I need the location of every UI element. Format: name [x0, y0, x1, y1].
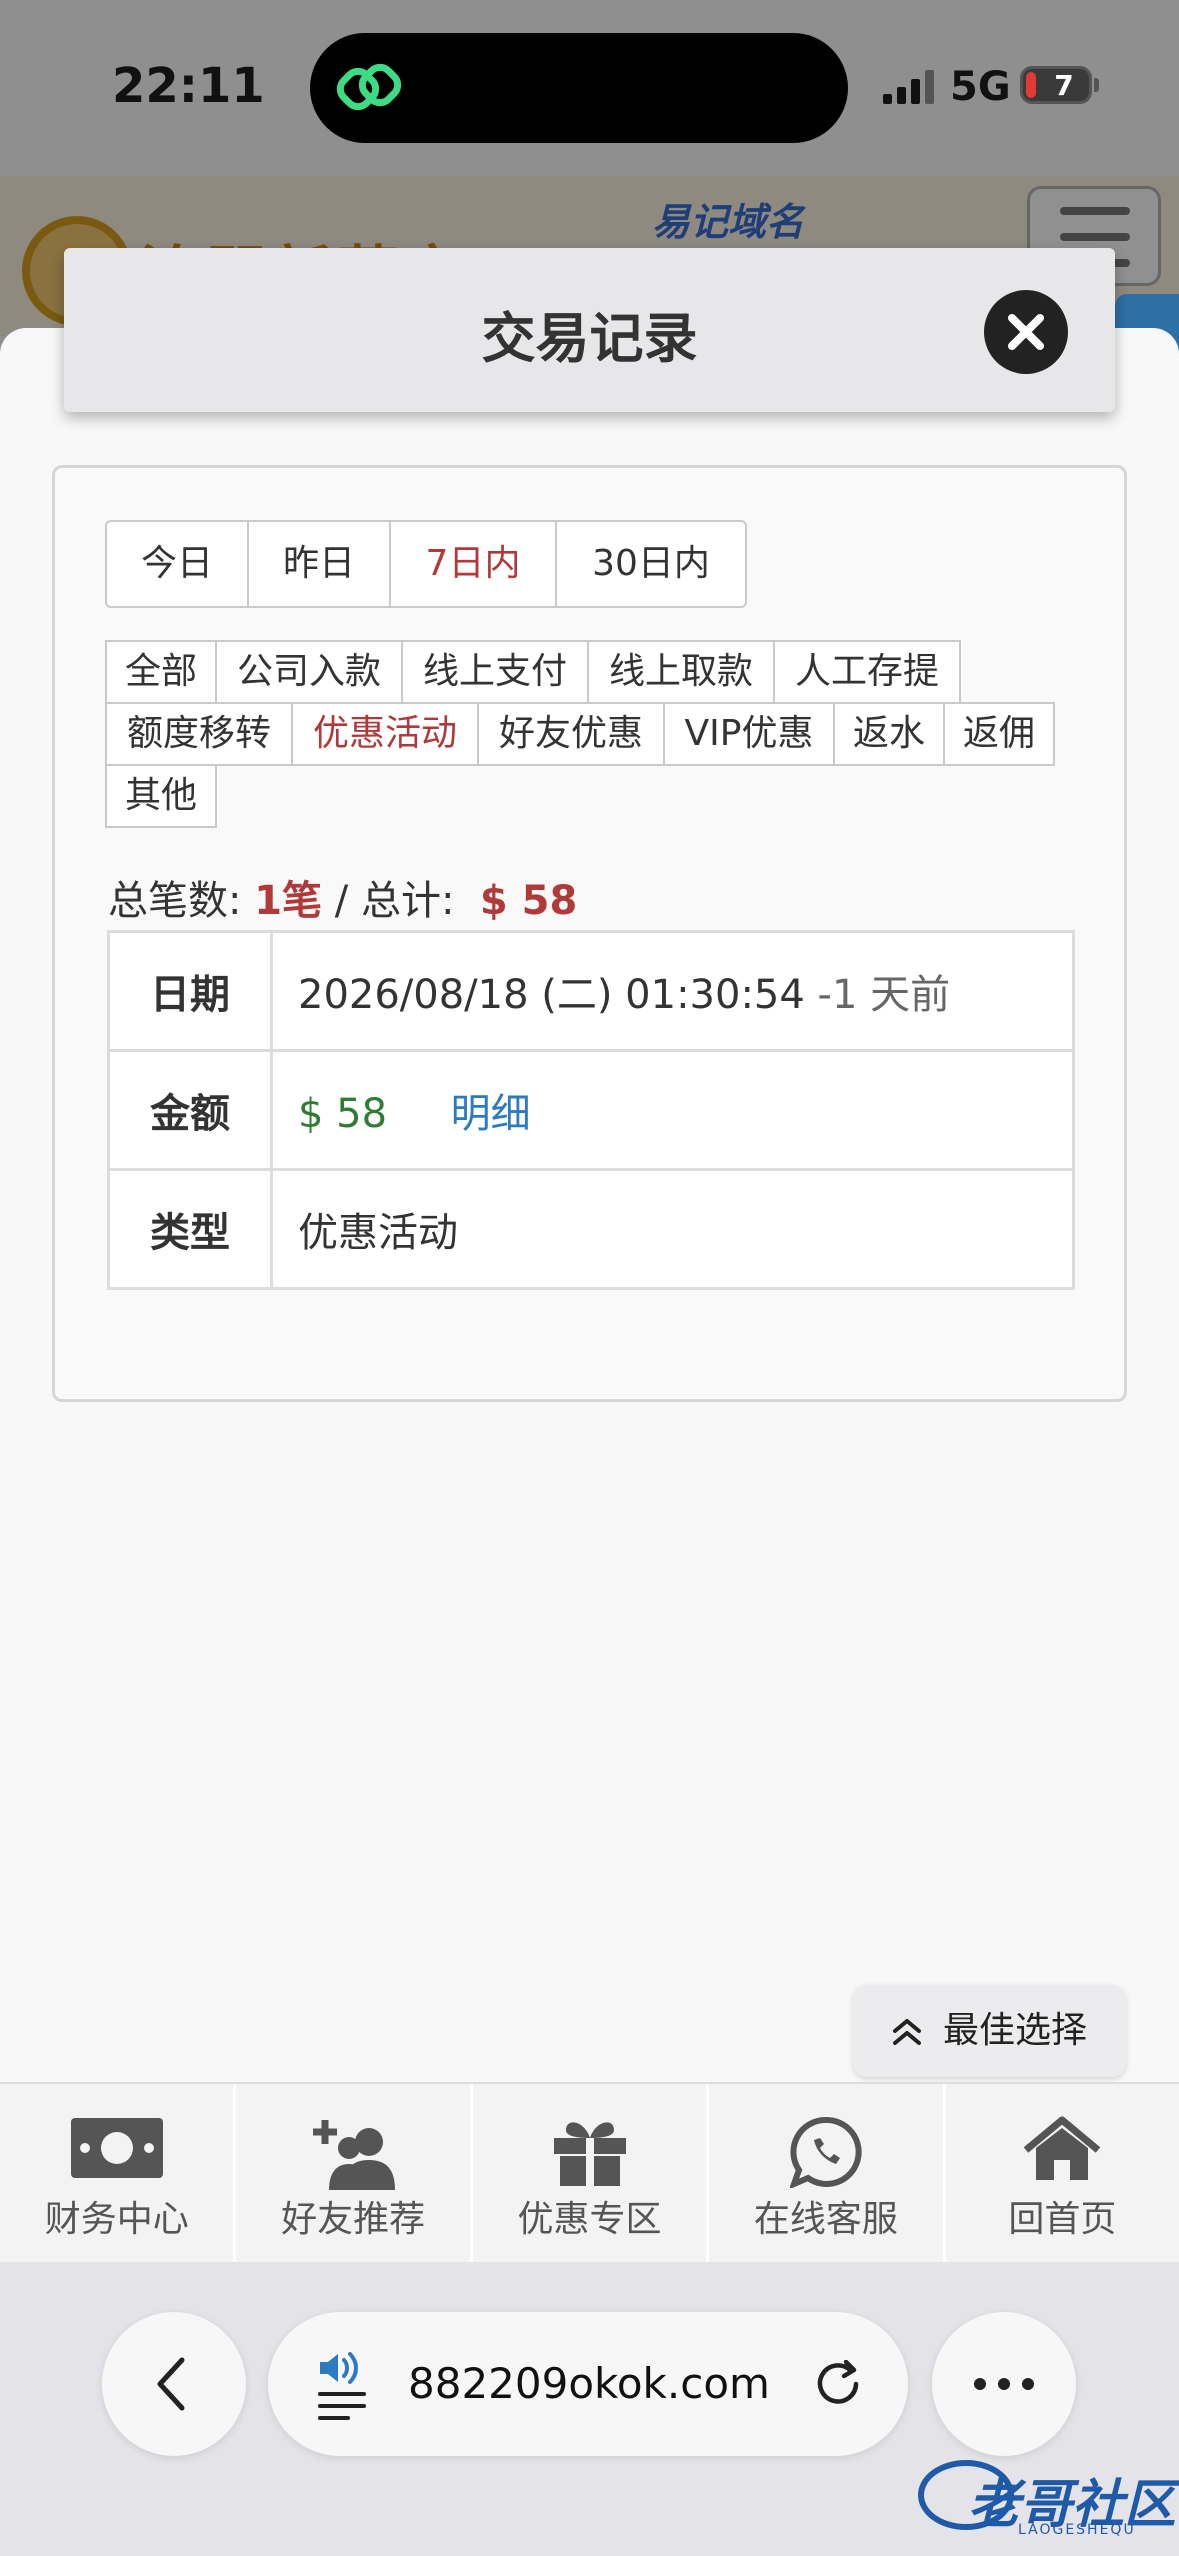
total-value: $ 58: [479, 878, 578, 924]
category-online-withdrawal[interactable]: 线上取款: [587, 640, 775, 704]
modal-header: 交易记录: [64, 248, 1115, 412]
date-header: 日期: [107, 930, 273, 1052]
detail-link[interactable]: 明细: [451, 1091, 531, 1137]
bottom-nav: 财务中心 好友推荐 优惠专区 在线客服 回首页: [0, 2082, 1179, 2262]
money-icon: [70, 2118, 163, 2178]
nav-finance-center[interactable]: 财务中心: [0, 2084, 237, 2262]
record-table: 日期 2026/08/18 (二) 01:30:54 -1 天前 金额 $ 58…: [107, 930, 1075, 1290]
best-choice-button[interactable]: 最佳选择: [853, 1985, 1126, 2077]
type-header: 类型: [107, 1168, 273, 1290]
tab-today[interactable]: 今日: [107, 522, 249, 606]
reload-icon[interactable]: [816, 2360, 864, 2412]
type-value: 优惠活动: [270, 1168, 1075, 1290]
amount-value: $ 58: [298, 1091, 388, 1137]
whatsapp-icon: [789, 2116, 862, 2188]
add-friend-icon: [313, 2120, 396, 2190]
category-friend-bonus[interactable]: 好友优惠: [477, 702, 665, 766]
close-button[interactable]: [984, 290, 1068, 374]
url-text: 882209okok.com: [408, 2359, 770, 2408]
summary-separator: /: [322, 878, 361, 924]
category-commission[interactable]: 返佣: [943, 702, 1055, 766]
nav-label: 在线客服: [753, 2199, 898, 2240]
network-type: 5G: [950, 64, 1011, 110]
total-label: 总计:: [360, 878, 455, 924]
chevron-left-icon: [157, 2357, 185, 2411]
back-button[interactable]: [102, 2312, 246, 2456]
category-manual[interactable]: 人工存提: [773, 640, 961, 704]
date-range-tabs: 今日 昨日 7日内 30日内: [105, 520, 747, 608]
table-row: 日期 2026/08/18 (二) 01:30:54 -1 天前: [107, 930, 1075, 1052]
status-time: 22:11: [112, 58, 265, 114]
tab-yesterday[interactable]: 昨日: [249, 522, 391, 606]
nav-promotions[interactable]: 优惠专区: [473, 2084, 710, 2262]
nav-label: 优惠专区: [517, 2199, 662, 2240]
battery-level: 7: [1054, 69, 1074, 102]
count-value: 1笔: [254, 878, 323, 924]
amount-header: 金额: [107, 1049, 273, 1171]
amount-cell: $ 58 明细: [270, 1049, 1075, 1171]
summary-line: 总笔数: 1笔 / 总计: $ 58: [108, 868, 577, 926]
tab-7-days[interactable]: 7日内: [391, 522, 557, 606]
table-row: 类型 优惠活动: [107, 1168, 1075, 1290]
nav-label: 好友推荐: [281, 2199, 426, 2240]
records-card: 今日 昨日 7日内 30日内 全部 公司入款 线上支付 线上取款 人工存提 额度…: [52, 465, 1127, 1402]
count-label: 总笔数:: [108, 878, 242, 924]
category-other[interactable]: 其他: [105, 764, 217, 828]
category-all[interactable]: 全部: [105, 640, 217, 704]
table-row: 金额 $ 58 明细: [107, 1049, 1075, 1171]
date-cell: 2026/08/18 (二) 01:30:54 -1 天前: [270, 930, 1075, 1052]
category-company-deposit[interactable]: 公司入款: [215, 640, 403, 704]
category-transfer[interactable]: 额度移转: [105, 702, 293, 766]
dynamic-island: [310, 33, 848, 143]
watermark-logo: 老哥社区 LAOGESHEQU: [918, 2452, 1176, 2544]
gift-icon: [553, 2122, 626, 2186]
modal-title: 交易记录: [481, 307, 698, 370]
date-relative: -1 天前: [804, 972, 951, 1018]
domain-link[interactable]: 易记域名: [652, 191, 804, 246]
close-icon: [1008, 314, 1044, 350]
status-bar: 22:11 5G 7: [0, 0, 1179, 176]
date-value: 2026/08/18 (二) 01:30:54: [298, 972, 805, 1018]
watermark-subtext: LAOGESHEQU: [1018, 2522, 1136, 2538]
ellipsis-icon: [974, 2378, 1034, 2390]
nav-label: 财务中心: [44, 2199, 189, 2240]
nav-friend-referral[interactable]: 好友推荐: [236, 2084, 473, 2262]
battery-icon: 7: [1020, 66, 1092, 104]
category-rebate[interactable]: 返水: [833, 702, 945, 766]
nav-home[interactable]: 回首页: [946, 2084, 1179, 2262]
more-options-button[interactable]: [932, 2312, 1076, 2456]
best-choice-label: 最佳选择: [943, 2010, 1088, 2051]
address-bar[interactable]: 882209okok.com: [268, 2312, 908, 2456]
signal-icon: [883, 70, 934, 104]
category-promotions[interactable]: 优惠活动: [291, 702, 479, 766]
nav-customer-service[interactable]: 在线客服: [709, 2084, 946, 2262]
category-vip-bonus[interactable]: VIP优惠: [663, 702, 835, 766]
home-icon: [1024, 2116, 1101, 2180]
speaker-reader-icon: [318, 2352, 366, 2420]
link-app-icon: [336, 63, 402, 111]
tab-30-days[interactable]: 30日内: [557, 522, 745, 606]
nav-label: 回首页: [1008, 2199, 1117, 2240]
double-chevron-up-icon: [893, 2019, 921, 2045]
category-online-payment[interactable]: 线上支付: [401, 640, 589, 704]
